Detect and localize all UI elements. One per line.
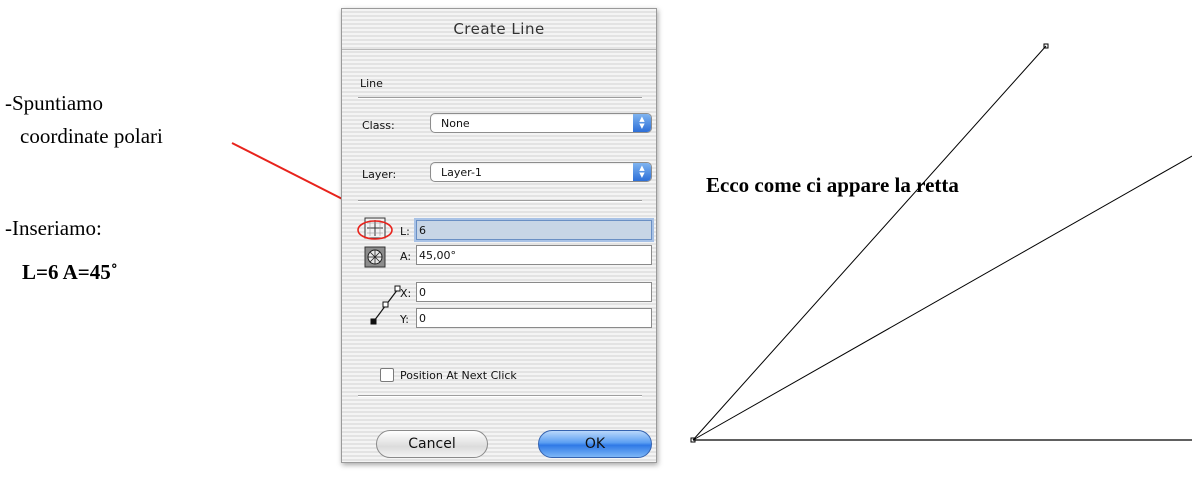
length-field[interactable]: 6 [416, 220, 652, 240]
position-at-next-click-label[interactable]: Position At Next Click [400, 369, 517, 382]
x-field[interactable]: 0 [416, 282, 652, 302]
dialog-titlebar[interactable]: Create Line [342, 9, 656, 50]
y-label: Y: [400, 313, 409, 326]
annotation-step2-line1: -Inseriamo: [5, 216, 102, 240]
layer-popup[interactable]: Layer-1 ▲ ▼ [430, 162, 652, 182]
length-label: L: [400, 225, 410, 238]
angle-label: A: [400, 250, 412, 263]
class-popup-value: None [441, 117, 470, 130]
class-popup[interactable]: None ▲ ▼ [430, 113, 652, 133]
cancel-button[interactable]: Cancel [376, 430, 488, 458]
x-label: X: [400, 287, 412, 300]
layer-popup-value: Layer-1 [441, 166, 482, 179]
y-field[interactable]: 0 [416, 308, 652, 328]
dialog-title: Create Line [453, 20, 545, 38]
annotation-step2-line2: L=6 A=45˚ [22, 260, 118, 284]
angled-line-45 [692, 45, 1047, 441]
line-endpoints-icon [368, 281, 404, 327]
line-group-label: Line [360, 77, 383, 90]
separator-top [358, 97, 642, 99]
highlight-ellipse [356, 219, 394, 241]
layer-label: Layer: [362, 168, 397, 181]
popup-arrows-icon: ▲ ▼ [633, 114, 651, 132]
popup-arrows-icon: ▲ ▼ [633, 163, 651, 181]
ok-button[interactable]: OK [538, 430, 652, 458]
polar-coordinates-icon[interactable] [364, 246, 386, 268]
angled-line-30 [692, 155, 1192, 441]
annotation-step1-line1: -Spuntiamo [5, 91, 103, 115]
separator-bottom [358, 395, 642, 397]
separator-middle [358, 200, 642, 202]
angle-field[interactable]: 45,00° [416, 245, 652, 265]
annotation-step1-line2: coordinate polari [20, 124, 163, 148]
result-caption: Ecco come ci appare la retta [706, 173, 959, 197]
position-at-next-click-checkbox[interactable] [380, 368, 394, 382]
create-line-dialog: Create Line Line Class: None ▲ ▼ Layer: L… [341, 8, 657, 463]
class-label: Class: [362, 119, 395, 132]
